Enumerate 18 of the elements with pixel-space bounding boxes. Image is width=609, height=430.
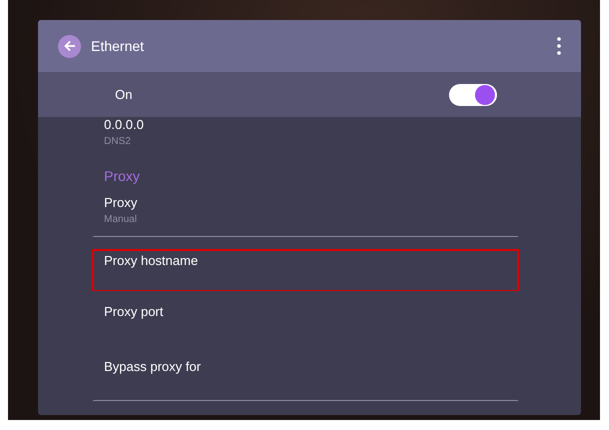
setting-title: Proxy hostname bbox=[104, 253, 199, 268]
setting-title: 0.0.0.0 bbox=[104, 117, 145, 132]
setting-subtitle: Manual bbox=[104, 214, 138, 225]
setting-title: Proxy bbox=[104, 195, 138, 210]
section-heading: Proxy bbox=[103, 167, 141, 186]
setting-title: Proxy port bbox=[104, 304, 164, 319]
header-title: Ethernet bbox=[91, 38, 145, 54]
toggle-switch[interactable] bbox=[449, 84, 497, 106]
setting-item[interactable]: Proxy Manual bbox=[92, 191, 519, 237]
setting-item[interactable]: Bypass proxy for bbox=[92, 346, 519, 401]
switch-label: On bbox=[115, 87, 134, 102]
setting-subtitle: DNS2 bbox=[104, 136, 132, 147]
setting-item[interactable]: Proxy port bbox=[92, 291, 519, 346]
setting-item[interactable]: Proxy hostname bbox=[92, 249, 519, 291]
setting-title: Bypass proxy for bbox=[104, 359, 202, 374]
back-icon[interactable] bbox=[58, 34, 81, 58]
more-options-icon[interactable] bbox=[557, 37, 561, 55]
setting-item[interactable]: 0.0.0.0 DNS2 bbox=[92, 113, 519, 159]
